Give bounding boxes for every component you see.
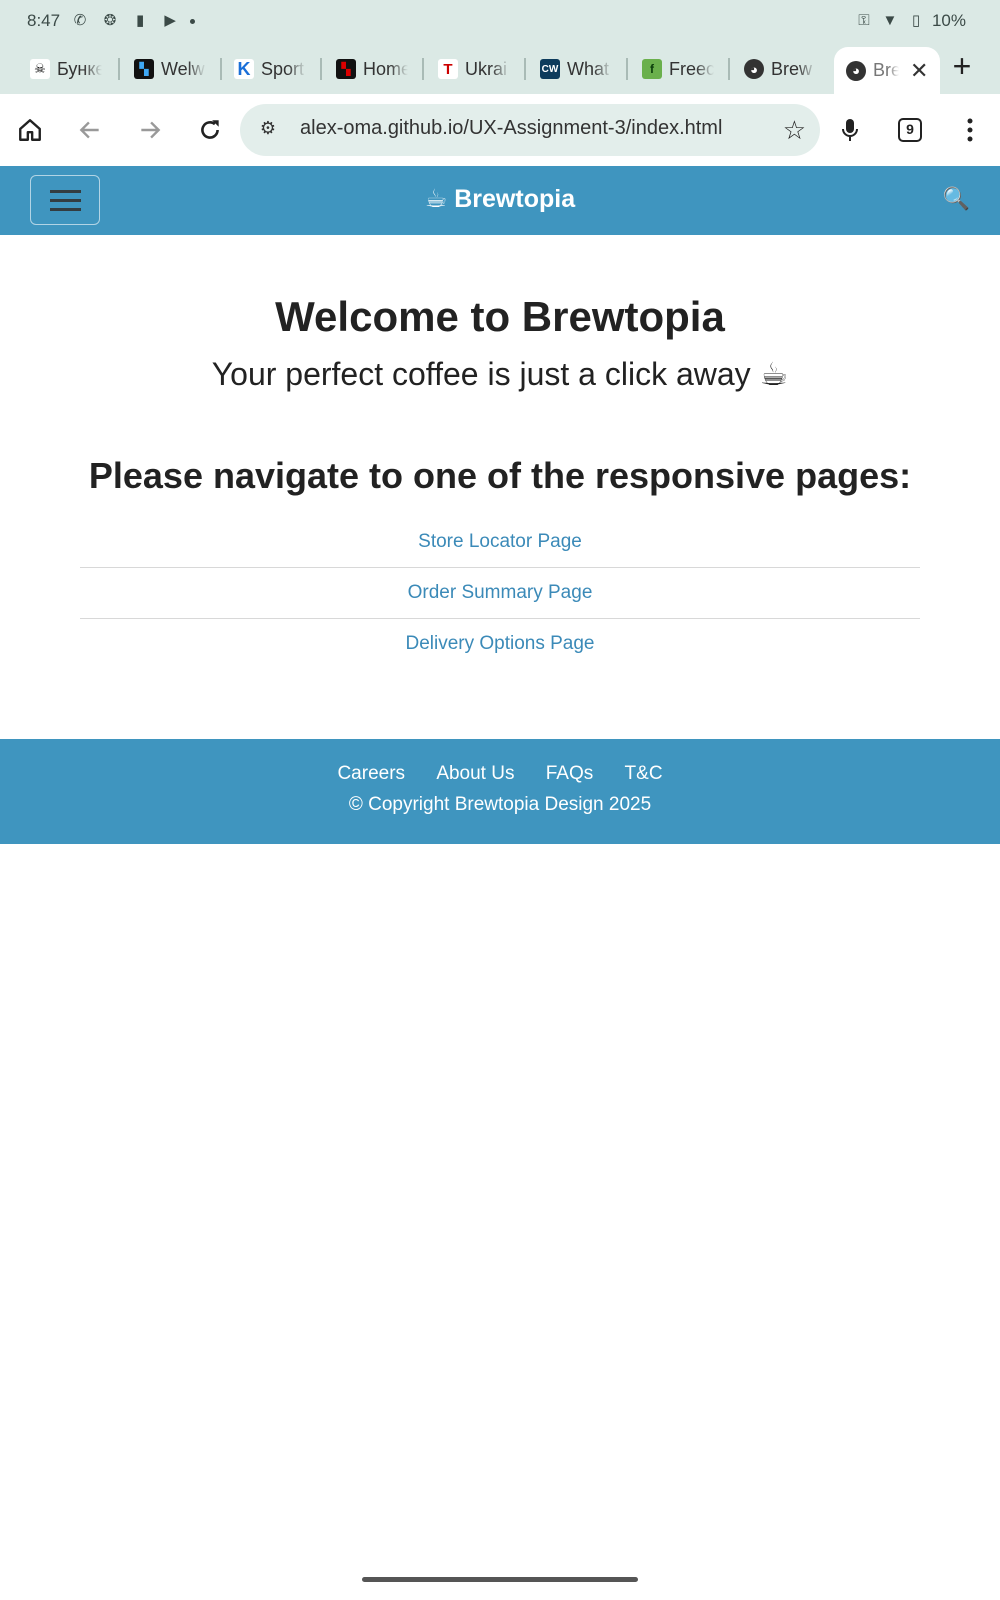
tab-label: Бункер bbox=[57, 58, 102, 79]
tab-divider bbox=[626, 58, 628, 80]
tab-label: Home bbox=[363, 58, 408, 79]
tab-5[interactable]: T Ukrai bbox=[438, 50, 510, 88]
tab-active[interactable]: ◕ Brewtopia ✕ bbox=[834, 47, 941, 94]
delivery-options-link[interactable]: Delivery Options Page bbox=[405, 633, 594, 654]
copyright-text: © Copyright Brewtopia Design 2025 bbox=[348, 794, 652, 815]
tab-favicon-icon: f bbox=[642, 59, 662, 79]
tab-favicon-icon: ▚ bbox=[336, 59, 356, 79]
tab-divider bbox=[118, 58, 120, 80]
status-bar: 8:47 ✆ ❂ ▮ ▶ ⚿ ▼ ▯ 10% bbox=[0, 0, 1000, 44]
globe-icon: ◕ bbox=[744, 59, 764, 79]
tab-favicon-icon: CW bbox=[540, 59, 560, 79]
tab-strip: ☠ Бункер ▚ Welw K Sport ▚ Home T Ukrai C… bbox=[0, 44, 1000, 94]
tab-label: Welw bbox=[161, 58, 205, 79]
careers-link[interactable]: Careers bbox=[337, 763, 405, 784]
new-tab-icon[interactable]: + bbox=[942, 48, 982, 85]
reload-icon[interactable] bbox=[192, 112, 228, 148]
faqs-link[interactable]: FAQs bbox=[546, 763, 594, 784]
tab-divider bbox=[728, 58, 730, 80]
tab-switcher-button[interactable]: 9 bbox=[898, 118, 922, 142]
store-locator-link[interactable]: Store Locator Page bbox=[418, 531, 582, 552]
sync-icon: ❂ bbox=[103, 12, 117, 29]
page-link-list: Store Locator Page Order Summary Page De… bbox=[80, 517, 920, 670]
tab-favicon-icon: ☠ bbox=[30, 59, 50, 79]
tab-label: Sport bbox=[261, 58, 305, 79]
tab-label: Brew bbox=[771, 58, 813, 79]
tab-label: Freec bbox=[669, 58, 714, 79]
battery-icon: ▯ bbox=[911, 12, 921, 29]
home-icon[interactable] bbox=[12, 112, 48, 148]
battery-saver-icon: ▮ bbox=[135, 12, 145, 29]
tab-7[interactable]: f Freec bbox=[642, 50, 714, 88]
address-bar[interactable]: ⚙ alex-oma.github.io/UX-Assignment-3/ind… bbox=[240, 104, 820, 156]
status-time: 8:47 bbox=[27, 11, 61, 30]
tab-divider bbox=[422, 58, 424, 80]
gesture-handle[interactable] bbox=[362, 1577, 638, 1582]
tab-8[interactable]: ◕ Brew bbox=[744, 50, 816, 88]
order-summary-link[interactable]: Order Summary Page bbox=[408, 582, 593, 603]
more-notifications-icon bbox=[190, 18, 196, 24]
search-icon[interactable]: 🔍 bbox=[943, 186, 970, 212]
tab-4[interactable]: ▚ Home bbox=[336, 50, 408, 88]
tab-favicon-icon: ▚ bbox=[134, 59, 154, 79]
tab-label: What bbox=[567, 58, 610, 79]
navigation-prompt: Please navigate to one of the responsive… bbox=[88, 455, 912, 496]
list-item: Order Summary Page bbox=[80, 568, 920, 619]
footer-nav: Careers About Us FAQs T&C bbox=[0, 763, 1000, 785]
wifi-icon: ▼ bbox=[882, 12, 898, 29]
terms-link[interactable]: T&C bbox=[625, 763, 663, 784]
forward-arrow-icon[interactable] bbox=[132, 112, 168, 148]
battery-level: 10% bbox=[931, 11, 966, 30]
microphone-icon[interactable] bbox=[832, 112, 868, 148]
list-item: Store Locator Page bbox=[80, 517, 920, 568]
youtube-icon: ▶ bbox=[164, 12, 176, 29]
tab-divider bbox=[524, 58, 526, 80]
page-title: Welcome to Brewtopia bbox=[275, 293, 725, 340]
site-header: ☕ Brewtopia 🔍 bbox=[0, 166, 1000, 235]
tab-2[interactable]: ▚ Welw bbox=[134, 50, 206, 88]
tab-3[interactable]: K Sport bbox=[234, 50, 306, 88]
tab-1[interactable]: ☠ Бункер bbox=[30, 50, 102, 88]
browser-toolbar: ⚙ alex-oma.github.io/UX-Assignment-3/ind… bbox=[0, 94, 1000, 166]
tab-divider bbox=[220, 58, 222, 80]
main-content: Welcome to Brewtopia Your perfect coffee… bbox=[0, 235, 1000, 739]
page-tagline: Your perfect coffee is just a click away… bbox=[211, 356, 789, 392]
site-footer: Careers About Us FAQs T&C © Copyright Br… bbox=[0, 739, 1000, 844]
back-arrow-icon[interactable] bbox=[72, 112, 108, 148]
list-item: Delivery Options Page bbox=[80, 619, 920, 670]
close-tab-icon[interactable]: ✕ bbox=[910, 58, 928, 84]
more-menu-icon[interactable] bbox=[952, 112, 988, 148]
bookmark-star-icon[interactable]: ☆ bbox=[783, 115, 806, 146]
tab-favicon-icon: T bbox=[438, 59, 458, 79]
tab-favicon-icon: K bbox=[234, 59, 254, 79]
site-brand[interactable]: ☕ Brewtopia bbox=[0, 184, 1000, 214]
tab-label: Brewtopia bbox=[873, 60, 899, 80]
tab-divider bbox=[320, 58, 322, 80]
url-text: alex-oma.github.io/UX-Assignment-3/index… bbox=[300, 117, 723, 139]
viber-icon: ✆ bbox=[73, 12, 87, 29]
tab-label: Ukrai bbox=[465, 58, 508, 79]
site-settings-icon[interactable]: ⚙ bbox=[256, 118, 280, 142]
globe-icon: ◕ bbox=[846, 60, 866, 81]
tab-6[interactable]: CW What bbox=[540, 50, 612, 88]
vpn-key-icon: ⚿ bbox=[858, 12, 870, 29]
about-us-link[interactable]: About Us bbox=[436, 763, 514, 784]
